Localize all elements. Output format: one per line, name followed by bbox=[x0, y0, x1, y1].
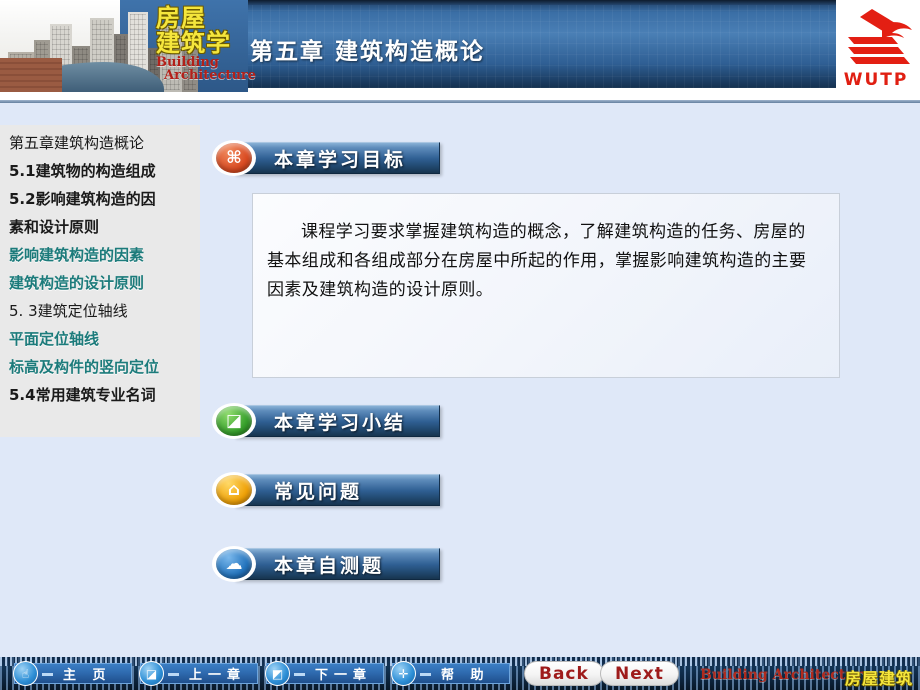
button-dash bbox=[168, 673, 179, 676]
sidebar-item-6[interactable]: 5. 3建筑定位轴线 bbox=[6, 297, 200, 325]
sidebar-item-5[interactable]: 建筑构造的设计原则 bbox=[6, 269, 200, 297]
objective-panel: 课程学习要求掌握建筑构造的概念，了解建筑构造的任务、房屋的基本组成和各组成部分在… bbox=[252, 193, 840, 378]
button-faq-label: 常见问题 bbox=[274, 480, 363, 503]
footer-button-prev-chapter[interactable]: ◪ 上一章 bbox=[139, 661, 258, 686]
logo-en-line2: Architecture bbox=[164, 68, 257, 83]
sidebar-item-7[interactable]: 平面定位轴线 bbox=[6, 325, 200, 353]
sidebar-item-1[interactable]: 5.1建筑物的构造组成 bbox=[6, 157, 200, 185]
wutp-hand-logo-icon bbox=[848, 9, 912, 64]
footer-brand-cn: 房屋建筑学 bbox=[845, 669, 914, 688]
next-button[interactable]: Next bbox=[600, 661, 679, 686]
sidebar-item-9[interactable]: 5.4常用建筑专业名词 bbox=[6, 381, 200, 409]
footer-button-help[interactable]: ✛ 帮 助 bbox=[391, 661, 510, 686]
page-title: 第五章 建筑构造概论 bbox=[250, 39, 486, 65]
sidebar-item-0[interactable]: 第五章建筑构造概论 bbox=[6, 129, 200, 157]
button-self-test-label: 本章自测题 bbox=[274, 554, 385, 577]
button-chapter-objectives-label: 本章学习目标 bbox=[274, 148, 407, 171]
footer-button-prev-chapter-label: 上一章 bbox=[189, 668, 247, 683]
footer-button-next-chapter[interactable]: ◩ 下一章 bbox=[265, 661, 384, 686]
help-compass-icon: ✛ bbox=[391, 661, 416, 686]
home-hand-icon: ☝ bbox=[13, 661, 38, 686]
footer-button-next-chapter-label: 下一章 bbox=[315, 668, 373, 683]
footer-button-help-label: 帮 助 bbox=[441, 668, 490, 683]
next-chapter-icon: ◩ bbox=[265, 661, 290, 686]
button-dash bbox=[294, 673, 305, 676]
chapter-outline-sidebar: 第五章建筑构造概论 5.1建筑物的构造组成 5.2影响建筑构造的因 素和设计原则 影响建… bbox=[0, 125, 200, 437]
footer-button-home-label: 主 页 bbox=[63, 668, 112, 683]
sidebar-item-2[interactable]: 5.2影响建筑构造的因 bbox=[6, 185, 200, 213]
slide-footer-toolbar: ☝ 主 页 ◪ 上一章 ◩ 下一章 ✛ 帮 助 Back Next Buildi… bbox=[0, 657, 920, 690]
prev-chapter-icon: ◪ bbox=[139, 661, 164, 686]
button-chapter-summary-label: 本章学习小结 bbox=[274, 411, 407, 434]
slide-body: 本章学习目标 ⌘ 课程学习要求掌握建筑构造的概念，了解建筑构造的任务、房屋的基本… bbox=[200, 103, 920, 657]
back-button-label: Back bbox=[539, 663, 589, 684]
courseware-slide: 房屋 建筑学 Building Architecture 第五章 建筑构造概论 … bbox=[0, 0, 920, 690]
sidebar-item-8[interactable]: 标高及构件的竖向定位 bbox=[6, 353, 200, 381]
button-dash bbox=[420, 673, 431, 676]
next-button-label: Next bbox=[615, 663, 664, 684]
back-button[interactable]: Back bbox=[524, 661, 604, 686]
command-loop-icon: ⌘ bbox=[216, 143, 252, 173]
button-dash bbox=[42, 673, 53, 676]
objective-paragraph: 课程学习要求掌握建筑构造的概念，了解建筑构造的任务、房屋的基本组成和各组成部分在… bbox=[267, 222, 807, 300]
publisher-logo: WUTP bbox=[836, 0, 920, 103]
lightbulb-icon: ⌂ bbox=[216, 475, 252, 505]
slide-header: 房屋 建筑学 Building Architecture 第五章 建筑构造概论 … bbox=[0, 0, 920, 103]
logo-cn-line1: 房屋 bbox=[156, 4, 206, 32]
quiz-cloud-icon: ☁ bbox=[216, 549, 252, 579]
publisher-abbr: WUTP bbox=[843, 70, 909, 90]
footer-button-home[interactable]: ☝ 主 页 bbox=[13, 661, 132, 686]
notebook-pencil-icon: ◪ bbox=[216, 406, 252, 436]
sidebar-item-4[interactable]: 影响建筑构造的因素 bbox=[6, 241, 200, 269]
sidebar-item-3[interactable]: 素和设计原则 bbox=[6, 213, 200, 241]
